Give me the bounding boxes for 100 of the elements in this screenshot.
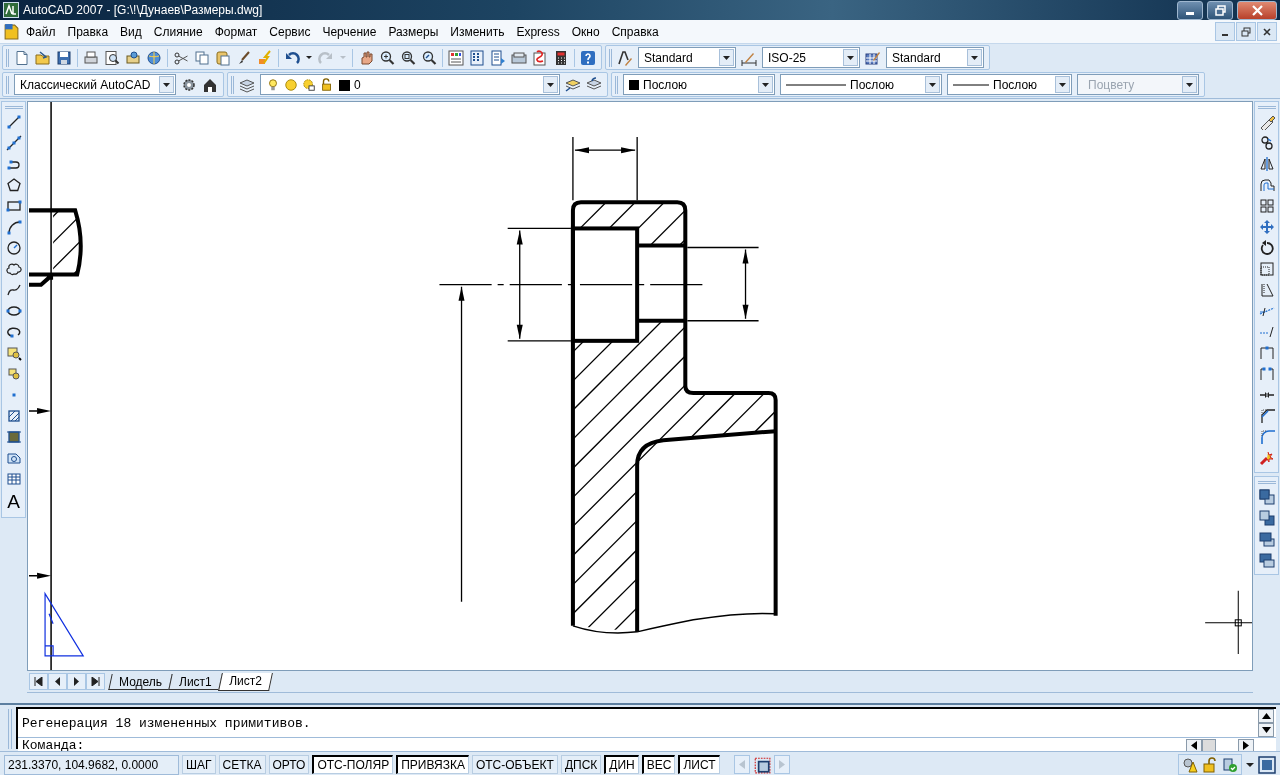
status-toggle[interactable]: ОТС-ОБЪЕКТ xyxy=(471,755,558,774)
status-toggle[interactable]: ОРТО xyxy=(268,755,310,774)
bring-above-icon[interactable] xyxy=(1258,531,1275,547)
menu-item[interactable]: Черчение xyxy=(316,22,383,41)
layout-tab[interactable]: Лист1 xyxy=(168,673,223,690)
table-style-icon[interactable] xyxy=(865,49,881,66)
scroll-right-button[interactable] xyxy=(1238,738,1254,753)
open-folder-icon[interactable] xyxy=(35,49,51,66)
help-icon[interactable] xyxy=(580,49,596,66)
document-close-button[interactable] xyxy=(1257,22,1277,41)
undo-icon[interactable] xyxy=(284,49,300,66)
ellipse-icon[interactable] xyxy=(5,303,22,319)
elliptical-arc-icon[interactable] xyxy=(5,324,22,340)
clean-screen-icon[interactable] xyxy=(1258,755,1276,774)
last-tab-button[interactable] xyxy=(86,673,105,690)
sheet-set-icon[interactable] xyxy=(511,49,527,66)
cloud-icon[interactable] xyxy=(5,261,22,277)
viewport-icon[interactable] xyxy=(752,755,771,774)
zoom-previous-icon[interactable] xyxy=(421,49,437,66)
scale-icon[interactable] xyxy=(1258,261,1275,277)
menu-item[interactable]: Express xyxy=(510,22,566,41)
mirror-icon[interactable] xyxy=(1258,156,1275,172)
chamfer-icon[interactable] xyxy=(1258,408,1275,424)
menu-item[interactable]: Размеры xyxy=(382,22,445,41)
menu-item[interactable]: Вид xyxy=(114,22,148,41)
lineweight-dropdown[interactable]: Послою xyxy=(947,74,1072,95)
paste-icon[interactable] xyxy=(215,49,231,66)
previous-tab-button[interactable] xyxy=(48,673,67,690)
array-icon[interactable] xyxy=(1258,198,1275,214)
insert-block-icon[interactable] xyxy=(5,345,22,361)
workspace-dropdown[interactable]: Классический AutoCAD xyxy=(14,74,176,95)
first-tab-button[interactable] xyxy=(29,673,48,690)
make-current-layer-icon[interactable] xyxy=(565,76,581,93)
menu-item[interactable]: Сервис xyxy=(263,22,317,41)
print-icon[interactable] xyxy=(83,49,99,66)
gradient-icon[interactable] xyxy=(5,429,22,445)
padlock-icon[interactable] xyxy=(1202,756,1218,773)
new-file-icon[interactable] xyxy=(14,49,30,66)
zoom-window-icon[interactable] xyxy=(400,49,416,66)
properties-palette-icon[interactable] xyxy=(448,49,464,66)
break-icon[interactable] xyxy=(1258,366,1275,382)
multiline-text-icon[interactable]: A xyxy=(7,492,20,511)
send-under-icon[interactable] xyxy=(1258,552,1275,568)
print-preview-icon[interactable] xyxy=(104,49,120,66)
save-icon[interactable] xyxy=(56,49,72,66)
menu-item[interactable]: Изменить xyxy=(444,22,511,41)
text-style-dropdown[interactable]: Standard xyxy=(638,47,736,68)
document-minimize-button[interactable] xyxy=(1215,22,1235,41)
linetype-dropdown[interactable]: Послою xyxy=(780,74,942,95)
region-icon[interactable] xyxy=(5,450,22,466)
pan-hand-icon[interactable] xyxy=(358,49,374,66)
explode-icon[interactable] xyxy=(1258,450,1275,466)
polygon-icon[interactable] xyxy=(5,177,22,193)
scroll-left-button[interactable] xyxy=(1186,738,1202,753)
zoom-realtime-icon[interactable] xyxy=(379,49,395,66)
close-button[interactable] xyxy=(1237,0,1277,20)
extend-icon[interactable] xyxy=(1258,324,1275,340)
hatch-icon[interactable] xyxy=(5,408,22,424)
tool-palettes-icon[interactable] xyxy=(490,49,506,66)
rotate-icon[interactable] xyxy=(1258,240,1275,256)
offset-icon[interactable] xyxy=(1258,177,1275,193)
send-to-back-icon[interactable] xyxy=(1258,510,1275,526)
layout-tab[interactable]: Модель xyxy=(108,673,173,690)
brush-icon[interactable] xyxy=(236,49,252,66)
eraser-icon[interactable] xyxy=(1258,114,1275,130)
menu-item[interactable]: Справка xyxy=(605,22,665,41)
dimension-style-dropdown[interactable]: ISO-25 xyxy=(762,47,860,68)
status-toggle[interactable]: ШАГ xyxy=(182,755,216,774)
markup-icon[interactable] xyxy=(532,49,548,66)
break-at-point-icon[interactable] xyxy=(1258,345,1275,361)
globe-icon[interactable] xyxy=(146,49,162,66)
document-restore-button[interactable] xyxy=(1236,22,1256,41)
layout-tab[interactable]: Лист2 xyxy=(217,672,273,691)
make-block-icon[interactable] xyxy=(5,366,22,382)
copy-object-icon[interactable] xyxy=(1258,135,1275,151)
menu-item[interactable]: Формат xyxy=(208,22,264,41)
calculator-icon[interactable] xyxy=(553,49,569,66)
rectangle-icon[interactable] xyxy=(5,198,22,214)
design-center-icon[interactable] xyxy=(469,49,485,66)
move-icon[interactable] xyxy=(1258,219,1275,235)
color-dropdown[interactable]: Послою xyxy=(623,74,775,95)
status-toggle[interactable]: ЛИСТ xyxy=(678,755,720,774)
stretch-icon[interactable] xyxy=(1258,282,1275,298)
menu-item[interactable]: Окно xyxy=(565,22,606,41)
scroll-down-button[interactable] xyxy=(1258,723,1274,737)
scroll-up-button[interactable] xyxy=(1258,709,1274,723)
status-toggle[interactable]: ВЕС xyxy=(641,755,676,774)
publish-icon[interactable] xyxy=(125,49,141,66)
construction-line-icon[interactable] xyxy=(5,135,22,151)
next-tab-button[interactable] xyxy=(67,673,86,690)
restore-button[interactable] xyxy=(1207,0,1233,20)
layers-icon[interactable] xyxy=(239,76,255,93)
table-style-dropdown[interactable]: Standard xyxy=(886,47,984,68)
status-toggle[interactable]: СЕТКА xyxy=(218,755,266,774)
gear-icon[interactable] xyxy=(181,76,197,93)
spline-icon[interactable] xyxy=(5,282,22,298)
circle-icon[interactable] xyxy=(5,240,22,256)
status-toggle[interactable]: ДИН xyxy=(604,755,639,774)
padlock-icon[interactable] xyxy=(320,77,334,92)
status-toggle[interactable]: ОТС-ПОЛЯР xyxy=(312,755,394,774)
